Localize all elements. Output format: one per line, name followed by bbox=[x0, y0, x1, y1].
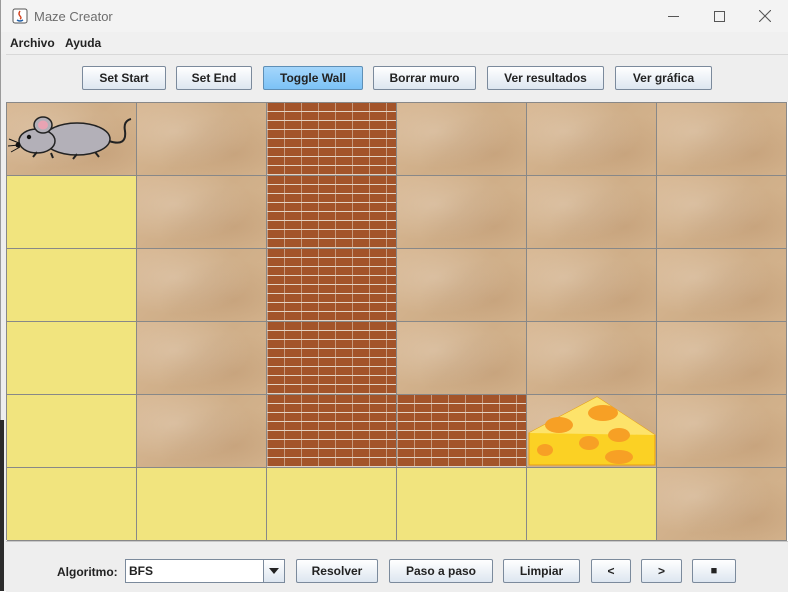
maze-cell-empty[interactable] bbox=[527, 249, 657, 322]
maze-cell-wall[interactable] bbox=[267, 176, 397, 249]
maze-cell-path[interactable] bbox=[7, 176, 137, 249]
next-step-button[interactable]: > bbox=[641, 559, 682, 583]
maze-cell-empty[interactable] bbox=[397, 249, 527, 322]
close-icon bbox=[759, 10, 771, 22]
maze-cell-wall[interactable] bbox=[397, 395, 527, 468]
maximize-button[interactable] bbox=[696, 0, 742, 32]
maze-cell-empty[interactable] bbox=[397, 322, 527, 395]
bottom-controls: Algoritmo: BFS Resolver Paso a paso Limp… bbox=[6, 541, 788, 592]
maze-cell-empty[interactable] bbox=[137, 249, 267, 322]
limpiar-button[interactable]: Limpiar bbox=[503, 559, 580, 583]
menu-bar: Archivo Ayuda bbox=[1, 32, 788, 54]
toolbar: Set Start Set End Toggle Wall Borrar mur… bbox=[6, 54, 788, 102]
menu-ayuda[interactable]: Ayuda bbox=[65, 36, 101, 50]
background-window-edge bbox=[0, 420, 4, 591]
maze-cell-empty[interactable] bbox=[137, 103, 267, 176]
maze-cell-path[interactable] bbox=[7, 468, 137, 541]
maze-cell-empty[interactable] bbox=[657, 176, 787, 249]
ver-resultados-button[interactable]: Ver resultados bbox=[487, 66, 604, 90]
maze-cell-empty[interactable] bbox=[657, 103, 787, 176]
maze-cell-path[interactable] bbox=[267, 468, 397, 541]
mouse-icon bbox=[7, 116, 132, 160]
cheese-icon bbox=[528, 396, 656, 466]
algorithm-label: Algoritmo: bbox=[57, 565, 118, 579]
set-end-button[interactable]: Set End bbox=[176, 66, 252, 90]
resolver-button[interactable]: Resolver bbox=[296, 559, 378, 583]
maze-cell-wall[interactable] bbox=[267, 322, 397, 395]
maze-cell-path[interactable] bbox=[7, 395, 137, 468]
toggle-wall-button[interactable]: Toggle Wall bbox=[263, 66, 363, 90]
title-bar: Maze Creator bbox=[1, 0, 788, 32]
minimize-button[interactable] bbox=[650, 0, 696, 32]
menu-archivo[interactable]: Archivo bbox=[10, 36, 55, 50]
maze-cell-end[interactable] bbox=[527, 395, 657, 468]
java-app-icon bbox=[12, 8, 28, 24]
maze-cell-empty[interactable] bbox=[397, 103, 527, 176]
app-window: Maze Creator Archivo Ayuda Set Start Set… bbox=[0, 0, 788, 592]
maze-cell-empty[interactable] bbox=[137, 395, 267, 468]
maze-cell-wall[interactable] bbox=[267, 395, 397, 468]
maze-cell-empty[interactable] bbox=[527, 322, 657, 395]
ver-grafica-button[interactable]: Ver gráfica bbox=[615, 66, 712, 90]
maze-cell-empty[interactable] bbox=[657, 468, 787, 541]
maze-cell-empty[interactable] bbox=[657, 395, 787, 468]
maximize-icon bbox=[713, 10, 725, 22]
maze-cell-empty[interactable] bbox=[137, 176, 267, 249]
maze-cell-path[interactable] bbox=[397, 468, 527, 541]
maze-cell-path[interactable] bbox=[7, 322, 137, 395]
maze-cell-path[interactable] bbox=[7, 249, 137, 322]
maze-cell-path[interactable] bbox=[527, 468, 657, 541]
stop-button[interactable]: ■ bbox=[692, 559, 736, 583]
algorithm-select[interactable]: BFS bbox=[125, 559, 285, 583]
maze-cell-empty[interactable] bbox=[137, 322, 267, 395]
maze-cell-empty[interactable] bbox=[657, 322, 787, 395]
chevron-down-icon bbox=[269, 568, 279, 574]
dropdown-arrow-button[interactable] bbox=[263, 560, 284, 582]
minimize-icon bbox=[667, 15, 679, 17]
set-start-button[interactable]: Set Start bbox=[82, 66, 166, 90]
maze-cell-start[interactable] bbox=[7, 103, 137, 176]
maze-cell-empty[interactable] bbox=[657, 249, 787, 322]
maze-cell-empty[interactable] bbox=[527, 176, 657, 249]
paso-a-paso-button[interactable]: Paso a paso bbox=[389, 559, 493, 583]
previous-step-button[interactable]: < bbox=[591, 559, 631, 583]
maze-grid bbox=[6, 102, 787, 541]
borrar-muro-button[interactable]: Borrar muro bbox=[373, 66, 476, 90]
maze-cell-empty[interactable] bbox=[527, 103, 657, 176]
close-button[interactable] bbox=[742, 0, 788, 32]
maze-cell-wall[interactable] bbox=[267, 103, 397, 176]
window-title: Maze Creator bbox=[34, 9, 113, 24]
maze-cell-wall[interactable] bbox=[267, 249, 397, 322]
maze-cell-empty[interactable] bbox=[397, 176, 527, 249]
algorithm-selected-value: BFS bbox=[129, 564, 153, 578]
maze-cell-path[interactable] bbox=[137, 468, 267, 541]
